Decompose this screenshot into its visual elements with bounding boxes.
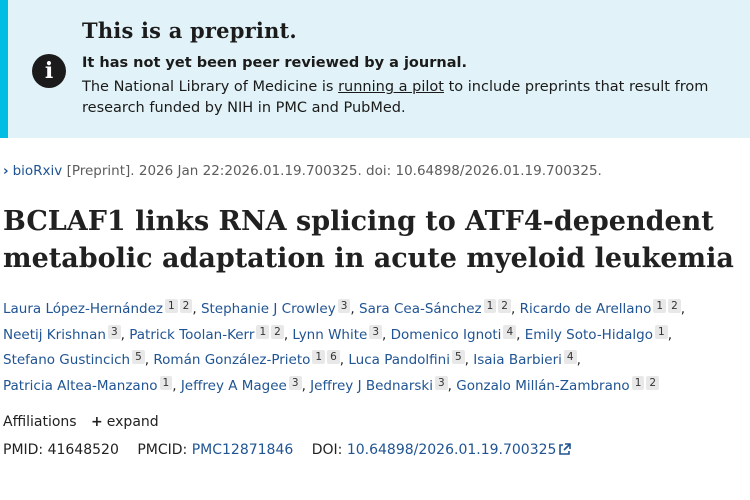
author-name-link[interactable]: Stephanie J Crowley (201, 301, 336, 317)
affiliation-badge[interactable]: 4 (563, 350, 577, 364)
affiliation-badge[interactable]: 3 (337, 299, 351, 313)
chevron-right-icon[interactable]: › (3, 163, 9, 179)
author-separator: , (172, 377, 177, 394)
author-item: Jeffrey J Bednarski 3, (310, 375, 452, 394)
preprint-banner: i This is a preprint. It has not yet bee… (0, 0, 750, 138)
identifiers-row: PMID: 41648520 PMCID: PMC12871846 DOI: 1… (3, 442, 572, 458)
affiliation-badge[interactable]: 5 (451, 350, 465, 364)
affiliation-badge[interactable]: 1 (483, 299, 497, 313)
author-item: Emily Soto-Hidalgo 1, (525, 324, 672, 343)
affiliation-badge[interactable]: 3 (288, 375, 302, 390)
author-name-link[interactable]: Neetij Krishnan (3, 327, 106, 343)
affiliation-badge[interactable]: 1 (631, 375, 645, 390)
author-item: Stephanie J Crowley 3, (201, 299, 355, 317)
author-separator: , (680, 301, 686, 317)
author-separator: , (667, 326, 672, 343)
author-name-link[interactable]: Gonzalo Millán-Zambrano (456, 378, 629, 394)
running-a-pilot-link[interactable]: running a pilot (338, 79, 444, 95)
author-name-link[interactable]: Jeffrey A Magee (181, 378, 287, 394)
plus-icon[interactable]: + (91, 414, 103, 430)
author-name-link[interactable]: Patrick Toolan-Kerr (129, 327, 254, 343)
pmid-label: PMID: (3, 442, 44, 458)
affiliation-badge[interactable]: 1 (655, 324, 668, 339)
affiliation-badge[interactable]: 3 (369, 324, 383, 339)
affiliations-label: Affiliations (3, 414, 77, 430)
journal-link[interactable]: bioRxiv (13, 163, 63, 179)
author-item: Sara Cea-Sánchez 1 2, (359, 299, 516, 317)
affiliation-badge[interactable]: 1 (312, 350, 326, 364)
author-item: Laura López-Hernández 1 2, (3, 299, 197, 317)
affiliations-expand-toggle[interactable]: expand (107, 414, 159, 430)
affiliation-badge[interactable]: 2 (668, 299, 681, 313)
doi-value[interactable]: 10.64898/2026.01.19.700325 (347, 442, 557, 458)
author-name-link[interactable]: Jeffrey J Bednarski (310, 378, 433, 394)
article-title: BCLAF1 links RNA splicing to ATF4-depend… (3, 206, 734, 274)
author-name-link[interactable]: Stefano Gustincich (3, 352, 130, 368)
author-item: Isaia Barbieri 4, (473, 350, 581, 368)
author-name-link[interactable]: Sara Cea-Sánchez (359, 301, 482, 317)
banner-text-before: The National Library of Medicine is (82, 79, 339, 95)
author-separator: , (447, 377, 452, 394)
author-list: Laura López-Hernández 1 2, Stephanie J Cro… (3, 297, 745, 399)
author-separator: , (382, 326, 387, 343)
author-separator: , (510, 301, 516, 317)
author-separator: , (192, 301, 197, 317)
affiliations-row: Affiliations + expand (3, 414, 159, 430)
affiliation-badge[interactable]: 2 (271, 324, 284, 339)
affiliation-badge[interactable]: 1 (653, 299, 667, 313)
affiliation-badge[interactable]: 3 (434, 375, 448, 390)
author-item: Gonzalo Millán-Zambrano 1 2 (456, 375, 660, 394)
author-separator: , (464, 352, 469, 368)
citation-line: › bioRxiv [Preprint]. 2026 Jan 22:2026.01… (3, 163, 602, 179)
author-name-link[interactable]: Laura López-Hernández (3, 301, 163, 317)
author-item: Ricardo de Arellano 1 2, (520, 299, 686, 317)
author-separator: , (339, 352, 345, 368)
author-item: Lynn White 3, (292, 324, 387, 343)
author-name-link[interactable]: Ricardo de Arellano (520, 301, 652, 317)
author-name-link[interactable]: Isaia Barbieri (473, 352, 562, 368)
pmcid-label: PMCID: (137, 442, 188, 458)
author-item: Luca Pandolfini 5, (348, 350, 469, 368)
banner-notice: It has not yet been peer reviewed by a j… (82, 55, 467, 71)
author-separator: , (576, 352, 581, 368)
affiliation-badge[interactable]: 2 (646, 375, 660, 390)
author-separator: , (120, 326, 125, 343)
affiliation-badge[interactable]: 4 (503, 324, 517, 339)
author-item: Jeffrey A Magee 3, (181, 375, 306, 394)
info-icon: i (32, 54, 66, 88)
author-name-link[interactable]: Domenico Ignoti (391, 327, 502, 343)
pmcid-link[interactable]: PMC12871846 (192, 442, 294, 458)
author-item: Patrick Toolan-Kerr 1 2, (129, 324, 289, 343)
author-item: Domenico Ignoti 4, (391, 324, 521, 343)
citation-details: [Preprint]. 2026 Jan 22:2026.01.19.70032… (66, 163, 602, 179)
affiliation-badge[interactable]: 1 (164, 299, 178, 313)
affiliation-badge[interactable]: 6 (327, 350, 340, 364)
affiliation-badge[interactable]: 3 (107, 324, 121, 339)
author-separator: , (144, 352, 150, 368)
author-separator: , (301, 377, 306, 394)
banner-title: This is a preprint. (82, 18, 297, 43)
author-separator: , (283, 326, 289, 343)
author-item: Patricia Altea-Manzano 1, (3, 375, 177, 394)
author-separator: , (516, 326, 521, 343)
author-name-link[interactable]: Patricia Altea-Manzano (3, 378, 158, 394)
affiliation-badge[interactable]: 1 (159, 375, 173, 390)
author-separator: , (350, 301, 355, 317)
author-item: Neetij Krishnan 3, (3, 324, 125, 343)
author-name-link[interactable]: Lynn White (292, 327, 367, 343)
external-link-icon[interactable] (558, 443, 572, 456)
author-item: Stefano Gustincich 5, (3, 350, 150, 368)
author-name-link[interactable]: Luca Pandolfini (348, 352, 450, 368)
affiliation-badge[interactable]: 1 (256, 324, 270, 339)
doi-link[interactable]: 10.64898/2026.01.19.700325 (347, 442, 572, 458)
author-name-link[interactable]: Román González-Prieto (153, 352, 310, 368)
author-name-link[interactable]: Emily Soto-Hidalgo (525, 327, 653, 343)
author-item: Román González-Prieto 1 6, (153, 350, 345, 368)
affiliation-badge[interactable]: 5 (132, 350, 145, 364)
banner-description: The National Library of Medicine is runn… (82, 77, 742, 119)
pmid-value: 41648520 (47, 442, 119, 458)
affiliation-badge[interactable]: 2 (179, 299, 193, 313)
affiliation-badge[interactable]: 2 (498, 299, 511, 313)
doi-label: DOI: (311, 442, 343, 458)
